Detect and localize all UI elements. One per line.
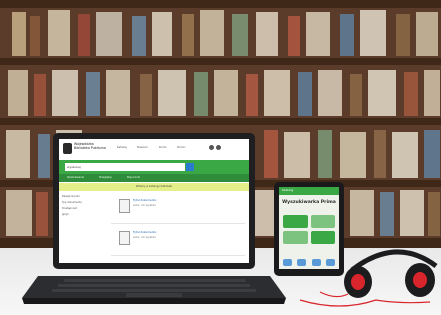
tablet-button [283,259,292,266]
book-cover-icon [119,199,130,213]
filter-item: Zawęź wyniki [62,195,80,198]
tablet-tile [310,231,335,244]
tab: Moje konto [127,176,141,179]
catalog-tabs: Wyszukiwanie Przeglądaj Moje konto [59,174,249,182]
library-brand: Wojewódzka Biblioteka Publiczna [74,142,106,150]
result-title: Tytuł dokumentu [133,230,157,234]
tablet-top-bar: Katalog [279,187,339,195]
language-icon [216,145,221,150]
nav-item: Pomoc [177,146,186,149]
book-cover-icon [119,231,130,245]
library-logo [63,143,72,154]
tab: Przeglądaj [99,176,112,179]
laptop-keys [52,279,256,292]
tablet-button [297,259,307,266]
tablet-tile [283,215,308,228]
tablet-button [325,259,335,266]
photo-scene: Wojewódzka Biblioteka Publiczna Katalog … [0,0,441,315]
results-list: Tytuł dokumentu Autor, rok wydania Tytuł… [111,195,245,261]
nav-item: Katalog [117,146,127,149]
filter-item: Dostępność [62,207,78,210]
tablet-button [311,259,321,266]
tab: Wyszukiwanie [67,176,84,179]
search-bar: wyszukaj [59,160,249,174]
laptop-touchpad [126,293,182,297]
search-button [186,163,194,171]
laptop-screen: Wojewódzka Biblioteka Publiczna Katalog … [59,139,249,263]
tablet-top-label: Katalog [282,188,294,192]
result-meta: Autor, rok wydania [133,204,156,207]
header-icons [209,145,221,150]
notice-banner: Witamy w katalogu biblioteki [59,183,249,191]
tablet-title: Wyszukiwarka Prima [282,200,336,205]
search-input: wyszukaj [65,163,185,171]
result-item: Tytuł dokumentu Autor, rok wydania [111,227,245,256]
tablet-tile [310,215,335,228]
filter-item: Typ dokumentu [62,201,82,204]
account-icon [209,145,214,150]
catalog-header: Wojewódzka Biblioteka Publiczna Katalog … [59,139,249,159]
tablet-bottom-bar [283,259,335,266]
nav-item: Nowości [137,146,148,149]
tablet-screen: Katalog Wyszukiwarka Prima [279,187,339,269]
tablet-tile [283,231,308,244]
result-meta: Autor, rok wydania [133,236,156,239]
filter-item: Język [62,213,69,216]
tablet-tiles [283,215,335,244]
filter-sidebar: Zawęź wyniki Typ dokumentu Dostępność Ję… [62,195,106,261]
result-title: Tytuł dokumentu [133,198,157,202]
nav-item: Konto [159,146,167,149]
result-item: Tytuł dokumentu Autor, rok wydania [111,195,245,224]
